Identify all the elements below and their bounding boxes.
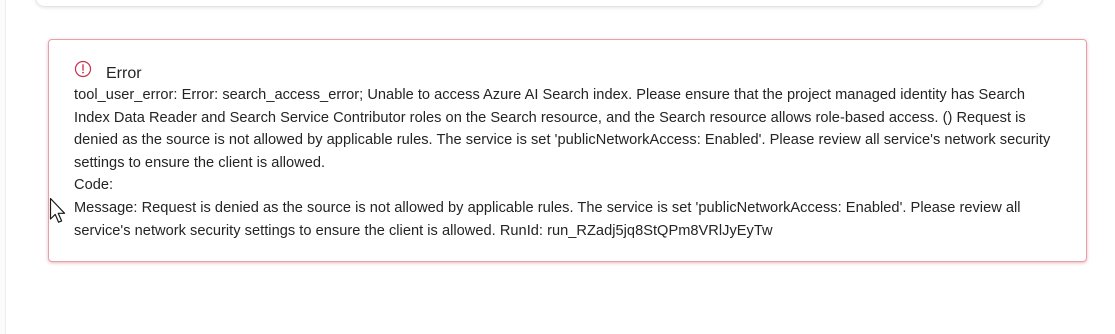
mouse-pointer-icon — [49, 197, 66, 223]
error-circle-icon — [74, 60, 92, 78]
previous-message-card — [36, 0, 1042, 6]
error-message-card: Error tool_user_error: Error: search_acc… — [48, 39, 1087, 262]
error-header: Error — [74, 58, 1062, 86]
page: Error tool_user_error: Error: search_acc… — [0, 0, 1115, 334]
left-rail — [0, 0, 6, 334]
error-message-text: tool_user_error: Error: search_access_er… — [74, 87, 1051, 239]
error-title: Error — [106, 65, 142, 82]
